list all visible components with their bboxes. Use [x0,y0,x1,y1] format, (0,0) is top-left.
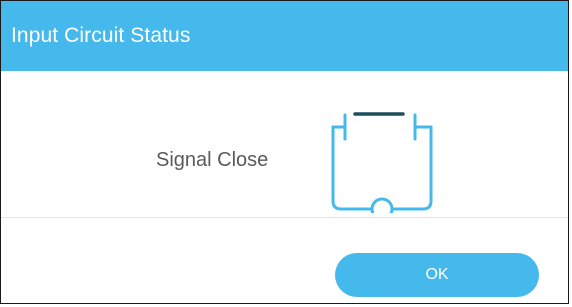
dialog-divider [1,217,568,218]
dialog-title-bar: Input Circuit Status [1,1,568,71]
dialog-title: Input Circuit Status [11,24,191,47]
ok-button-label: OK [425,266,449,283]
input-circuit-status-dialog: Input Circuit Status Signal Close OK [0,0,569,304]
ok-button[interactable]: OK [335,253,539,297]
circuit-closed-icon [331,112,433,213]
circuit-status-label: Signal Close [156,149,269,171]
dialog-content: Signal Close [1,71,568,218]
